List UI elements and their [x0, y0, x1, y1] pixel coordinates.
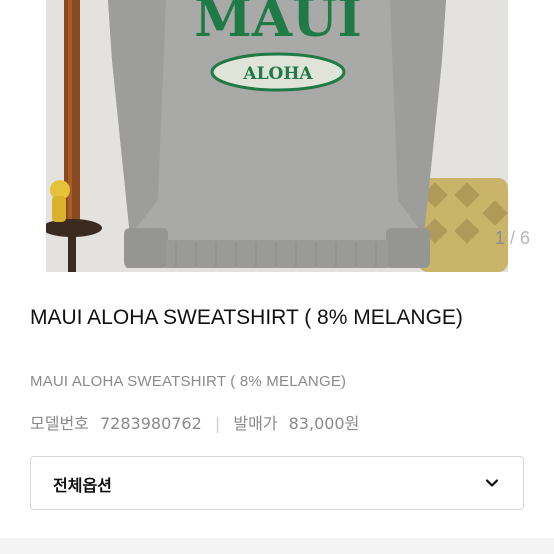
- image-counter-separator: /: [509, 228, 515, 248]
- product-meta: 모델번호 7283980762 | 발매가 83,000원: [30, 410, 365, 434]
- bottom-section-divider: [0, 538, 554, 554]
- meta-divider: |: [214, 414, 221, 433]
- release-price-value: 83,000원: [288, 414, 360, 433]
- sweatshirt-photo-illustration: MAUI ALOHA: [46, 0, 508, 272]
- product-subtitle: MAUI ALOHA SWEATSHIRT ( 8% MELANGE): [30, 373, 347, 390]
- model-number-label: 모델번호: [30, 414, 89, 433]
- options-dropdown-label: 전체옵션: [53, 476, 112, 495]
- product-photo[interactable]: MAUI ALOHA: [46, 0, 508, 272]
- model-number-value: 7283980762: [99, 414, 202, 433]
- chevron-down-icon: [485, 479, 499, 487]
- product-image-gallery[interactable]: MAUI ALOHA 1 / 6: [0, 0, 554, 272]
- image-counter-current: 1: [494, 228, 505, 248]
- image-counter-total: 6: [519, 228, 530, 248]
- print-text-maui: MAUI: [194, 0, 362, 49]
- image-counter: 1 / 6: [495, 228, 530, 249]
- options-dropdown[interactable]: 전체옵션: [30, 456, 524, 510]
- print-text-aloha: ALOHA: [242, 64, 313, 84]
- product-title: MAUI ALOHA SWEATSHIRT ( 8% MELANGE): [30, 306, 463, 329]
- release-price-label: 발매가: [233, 414, 278, 433]
